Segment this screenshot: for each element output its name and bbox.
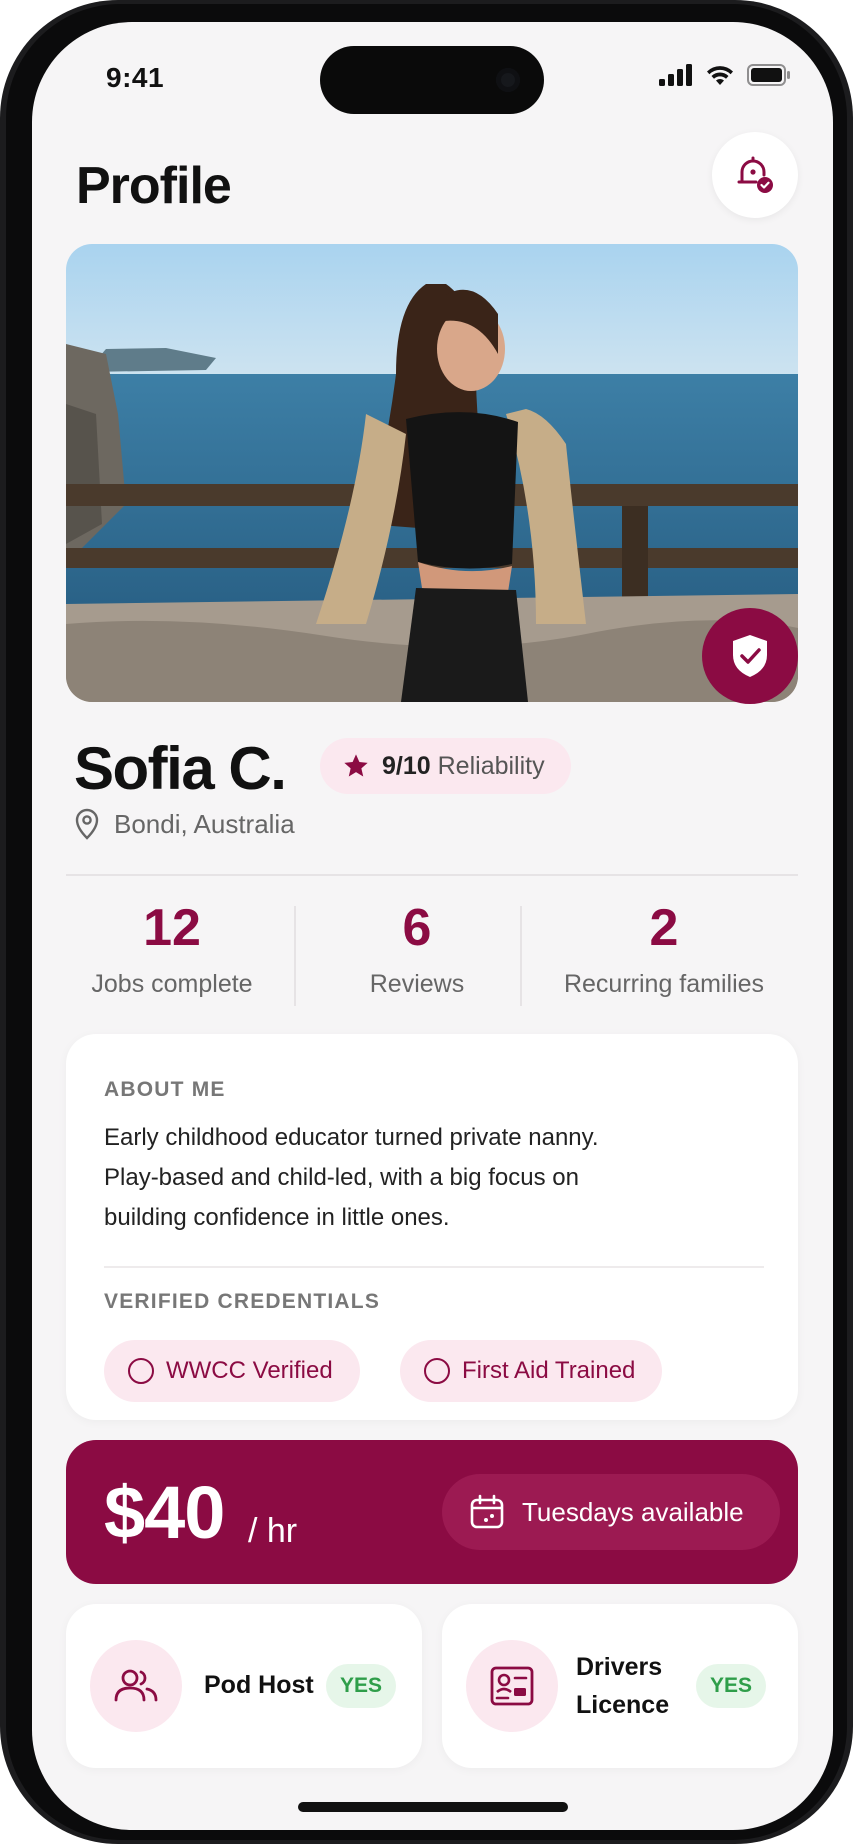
page-title: Profile — [76, 157, 232, 215]
dynamic-island — [320, 46, 544, 114]
notification-button[interactable] — [712, 132, 798, 218]
stat-jobs-complete: 12 Jobs complete — [72, 898, 272, 999]
availability-button[interactable]: Tuesdays available — [442, 1474, 780, 1550]
shield-check-icon — [733, 635, 767, 677]
stat-recurring-families: 2 Recurring families — [534, 898, 794, 999]
credential-wwcc[interactable]: WWCC Verified — [104, 1340, 360, 1402]
location: Bondi, Australia — [74, 808, 295, 840]
cellular-signal-icon — [659, 64, 692, 86]
profile-name: Sofia C. — [74, 735, 287, 802]
phone-frame: 9:41 Profile Sofia C. 9/10 Reliability B… — [0, 0, 853, 1844]
alert-bell-icon — [737, 156, 773, 193]
reliability-score: 9/10 — [382, 751, 431, 780]
stat-separator — [520, 906, 522, 1006]
feature-label-line: Licence — [576, 1691, 670, 1719]
credential-label: First Aid Trained — [462, 1357, 636, 1384]
about-heading: ABOUT ME — [104, 1078, 226, 1101]
divider — [66, 874, 798, 876]
credentials-heading: VERIFIED CREDENTIALS — [104, 1290, 381, 1313]
stat-label: Reviews — [369, 970, 465, 998]
people-icon — [114, 1669, 158, 1702]
stat-value: 6 — [402, 899, 432, 957]
card-divider — [104, 1266, 764, 1268]
reliability-label: Reliability — [437, 751, 545, 780]
stat-separator — [294, 906, 296, 1006]
feature-status-badge: YES — [326, 1664, 397, 1708]
about-line: Play-based and child-led, with a big foc… — [104, 1164, 579, 1191]
feature-label: Drivers Licence — [576, 1648, 669, 1724]
location-text: Bondi, Australia — [114, 808, 295, 839]
people-icon-wrap — [90, 1640, 182, 1732]
feature-label-line: Drivers — [576, 1653, 663, 1681]
status-icons — [659, 64, 791, 86]
about-line: Early childhood educator turned private … — [104, 1124, 599, 1151]
star-icon — [344, 754, 368, 777]
camera-dot — [496, 68, 520, 92]
rate-unit: / hr — [248, 1512, 298, 1550]
rate-banner: $40 / hr Tuesdays available — [66, 1440, 798, 1584]
hourly-rate: $40 — [104, 1471, 225, 1554]
about-text: Early childhood educator turned private … — [104, 1118, 704, 1238]
profile-photo — [66, 244, 798, 702]
stat-value: 2 — [649, 899, 679, 957]
feature-status-badge: YES — [696, 1664, 767, 1708]
about-line: building confidence in little ones. — [104, 1204, 450, 1231]
status-time: 9:41 — [106, 62, 165, 93]
screen: 9:41 Profile Sofia C. 9/10 Reliability B… — [32, 22, 833, 1830]
stat-label: Jobs complete — [91, 970, 253, 998]
about-card: ABOUT ME Early childhood educator turned… — [66, 1034, 798, 1420]
availability-label: Tuesdays available — [522, 1496, 744, 1527]
stat-label: Recurring families — [563, 970, 765, 998]
circle-icon — [424, 1358, 450, 1384]
id-card-icon — [490, 1666, 534, 1706]
home-indicator[interactable] — [298, 1802, 568, 1812]
wifi-icon — [707, 66, 733, 85]
stat-value: 12 — [143, 899, 201, 957]
credential-first-aid[interactable]: First Aid Trained — [400, 1340, 662, 1402]
credential-label: WWCC Verified — [166, 1357, 333, 1384]
battery-icon — [747, 64, 790, 86]
circle-icon — [128, 1358, 154, 1384]
calendar-icon — [470, 1494, 504, 1529]
feature-label: Pod Host — [204, 1671, 314, 1699]
phone-bezel: 9:41 Profile Sofia C. 9/10 Reliability B… — [6, 4, 847, 1840]
verified-badge — [702, 608, 798, 704]
id-card-icon-wrap — [466, 1640, 558, 1732]
feature-card-drivers-licence: Drivers Licence YES — [442, 1604, 798, 1768]
reliability-badge: 9/10 Reliability — [320, 738, 571, 794]
location-pin-icon — [75, 808, 99, 840]
feature-card-pod-host: Pod Host YES — [66, 1604, 422, 1768]
stat-reviews[interactable]: 6 Reviews — [322, 898, 512, 999]
